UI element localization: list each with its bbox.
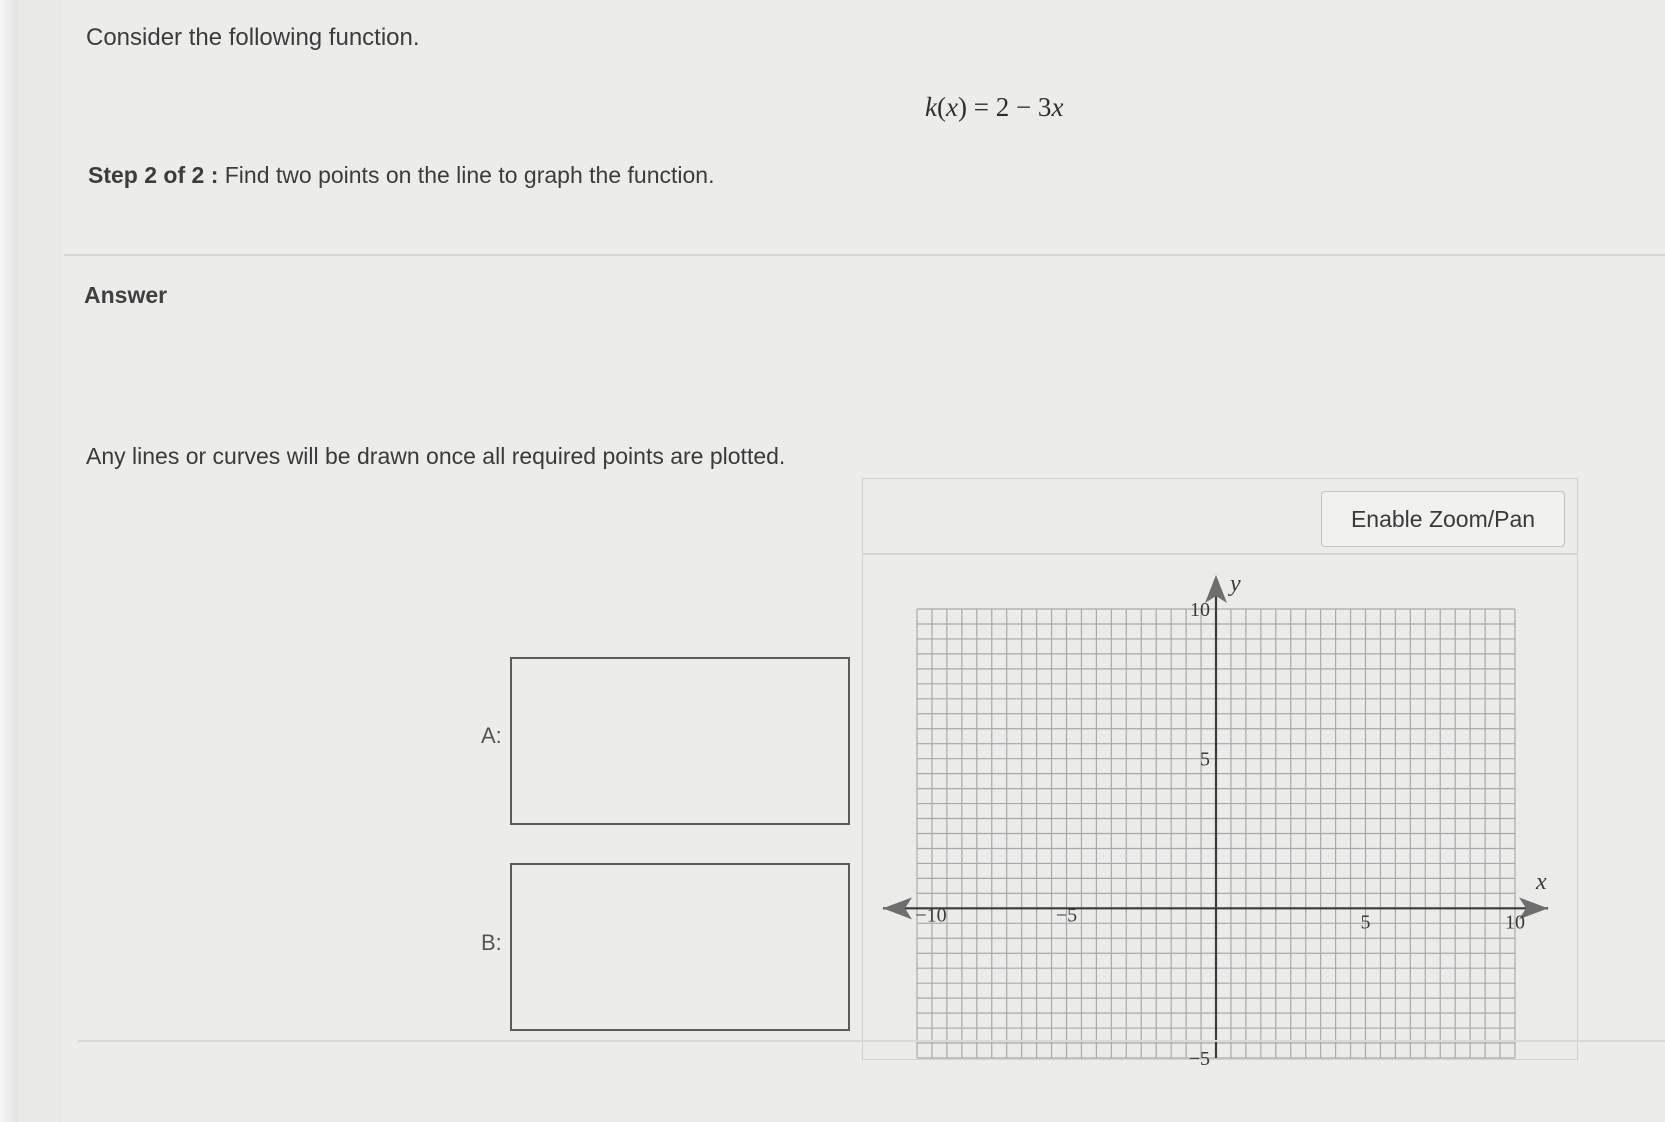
x-tick-label: 5 bbox=[1361, 911, 1371, 933]
axes bbox=[883, 575, 1548, 1058]
coordinate-plane[interactable]: −10 −5 5 10 10 5 −5 x y bbox=[0, 0, 1665, 1122]
y-tick-label: −5 bbox=[1189, 1048, 1210, 1070]
y-tick-label: 10 bbox=[1190, 599, 1210, 621]
bottom-divider bbox=[78, 1040, 1665, 1042]
x-tick-label: −10 bbox=[915, 904, 946, 926]
y-tick-label: 5 bbox=[1200, 749, 1210, 771]
y-axis-label: y bbox=[1228, 571, 1241, 597]
x-tick-label: −5 bbox=[1056, 904, 1077, 926]
x-tick-label: 10 bbox=[1505, 911, 1525, 933]
x-axis-label: x bbox=[1535, 869, 1547, 895]
